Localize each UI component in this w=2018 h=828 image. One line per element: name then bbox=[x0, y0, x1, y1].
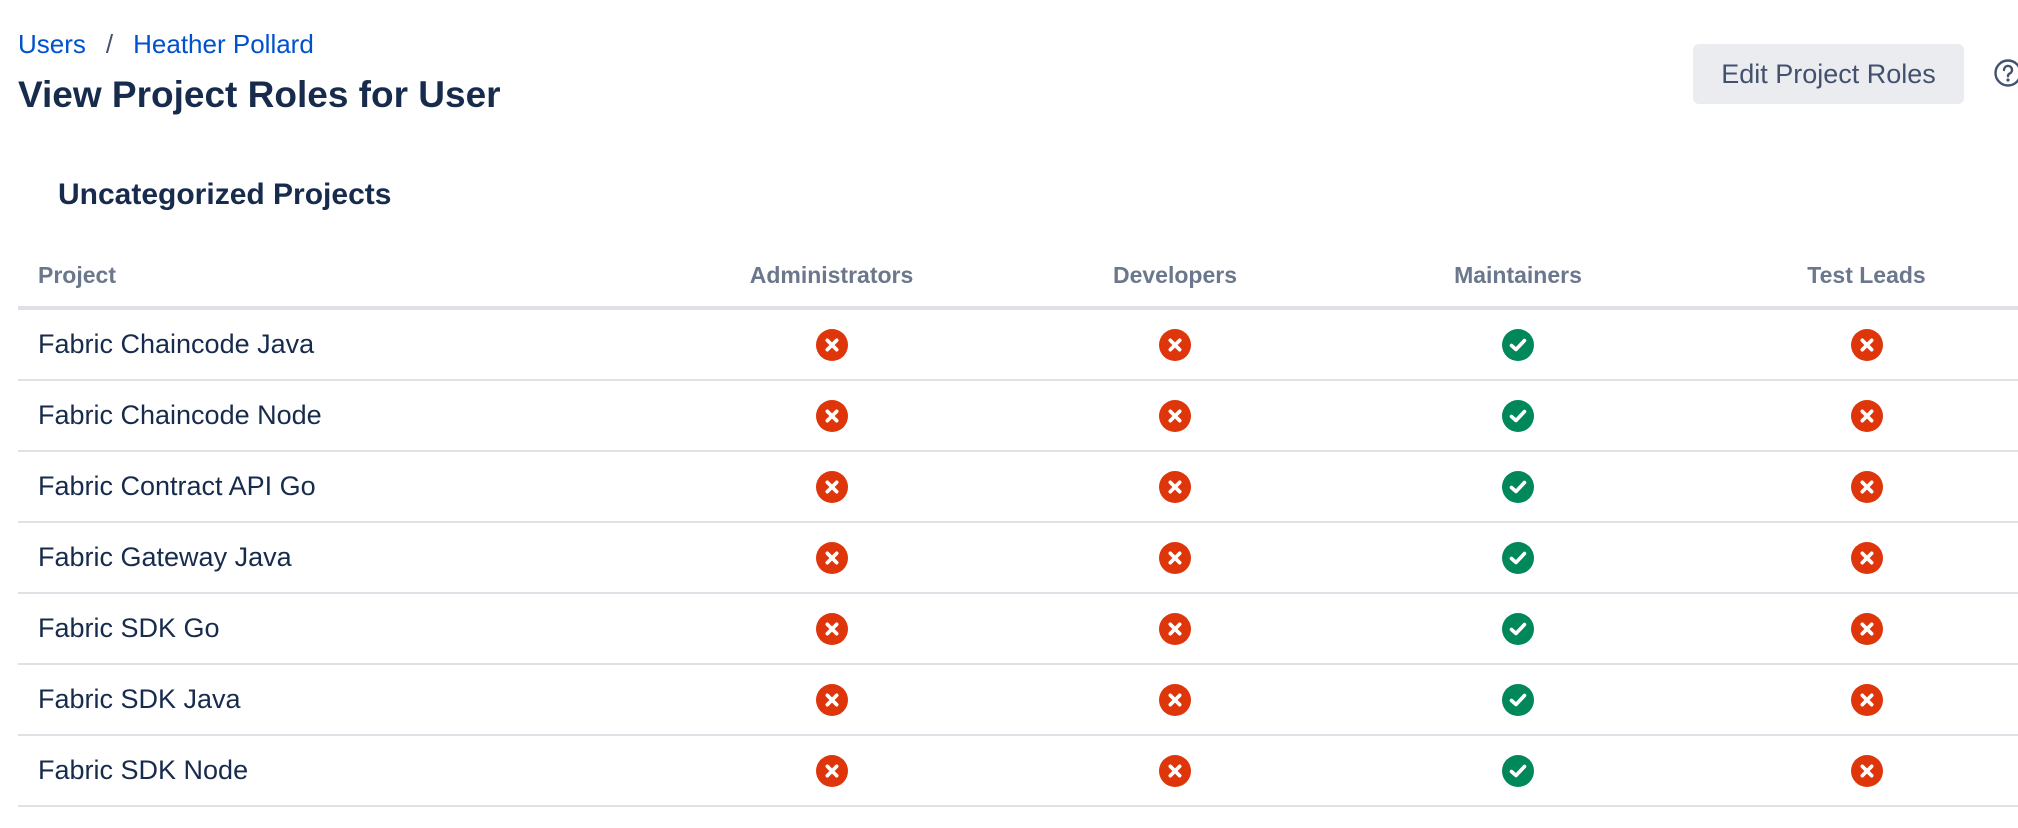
breadcrumb-user-link[interactable]: Heather Pollard bbox=[133, 24, 314, 64]
cross-circle-icon bbox=[1159, 612, 1191, 645]
role-cell-maintainers bbox=[1321, 451, 1715, 523]
role-cell-administrators bbox=[634, 522, 1029, 594]
role-cell-maintainers bbox=[1321, 522, 1715, 594]
question-circle-icon[interactable] bbox=[1993, 58, 2018, 88]
view-project-roles-page: Users / Heather Pollard View Project Rol… bbox=[0, 0, 2018, 828]
cross-circle-icon bbox=[815, 470, 848, 503]
project-name: Fabric SDK Java bbox=[18, 664, 634, 736]
role-cell-test-leads bbox=[1715, 451, 2018, 523]
cross-circle-icon bbox=[1850, 683, 1883, 716]
table-row: Fabric SDK Java bbox=[18, 664, 2018, 736]
project-roles-table: Project Administrators Developers Mainta… bbox=[18, 244, 2018, 807]
project-name: Fabric SDK Go bbox=[18, 593, 634, 665]
role-cell-developers bbox=[1029, 664, 1321, 736]
table-body: Fabric Chaincode Java Fabric Chaincode No… bbox=[18, 308, 2018, 807]
project-name: Fabric Chaincode Node bbox=[18, 380, 634, 452]
role-cell-administrators bbox=[634, 593, 1029, 665]
cross-circle-icon bbox=[1159, 754, 1191, 787]
cross-circle-icon bbox=[1850, 541, 1883, 574]
project-name: Fabric Chaincode Java bbox=[18, 308, 634, 381]
column-header-project: Project bbox=[18, 244, 634, 310]
cross-circle-icon bbox=[815, 328, 848, 361]
role-cell-developers bbox=[1029, 593, 1321, 665]
check-circle-icon bbox=[1502, 470, 1534, 503]
cross-circle-icon bbox=[1850, 399, 1883, 432]
role-cell-test-leads bbox=[1715, 735, 2018, 807]
cross-circle-icon bbox=[1159, 541, 1191, 574]
check-circle-icon bbox=[1502, 541, 1534, 574]
cross-circle-icon bbox=[1850, 470, 1883, 503]
check-circle-icon bbox=[1502, 754, 1534, 787]
breadcrumb-separator: / bbox=[105, 29, 114, 59]
table-row: Fabric Chaincode Node bbox=[18, 380, 2018, 452]
role-cell-maintainers bbox=[1321, 664, 1715, 736]
cross-circle-icon bbox=[815, 683, 848, 716]
role-cell-test-leads bbox=[1715, 664, 2018, 736]
project-name: Fabric Contract API Go bbox=[18, 451, 634, 523]
page-title: View Project Roles for User bbox=[18, 74, 501, 115]
role-cell-administrators bbox=[634, 451, 1029, 523]
table-row: Fabric SDK Node bbox=[18, 735, 2018, 807]
cross-circle-icon bbox=[1850, 612, 1883, 645]
role-cell-developers bbox=[1029, 308, 1321, 381]
table-header-row: Project Administrators Developers Mainta… bbox=[18, 244, 2018, 310]
cross-circle-icon bbox=[1850, 754, 1883, 787]
role-cell-administrators bbox=[634, 380, 1029, 452]
project-name: Fabric SDK Node bbox=[18, 735, 634, 807]
role-cell-administrators bbox=[634, 664, 1029, 736]
cross-circle-icon bbox=[815, 541, 848, 574]
check-circle-icon bbox=[1502, 399, 1534, 432]
role-cell-administrators bbox=[634, 735, 1029, 807]
column-header-maintainers: Maintainers bbox=[1321, 244, 1715, 310]
role-cell-maintainers bbox=[1321, 380, 1715, 452]
role-cell-maintainers bbox=[1321, 308, 1715, 381]
role-cell-developers bbox=[1029, 451, 1321, 523]
role-cell-maintainers bbox=[1321, 735, 1715, 807]
cross-circle-icon bbox=[815, 754, 848, 787]
breadcrumb: Users / Heather Pollard bbox=[18, 24, 314, 64]
edit-project-roles-button[interactable]: Edit Project Roles bbox=[1693, 44, 1964, 104]
cross-circle-icon bbox=[1159, 399, 1191, 432]
cross-circle-icon bbox=[1850, 328, 1883, 361]
cross-circle-icon bbox=[1159, 683, 1191, 716]
table-row: Fabric Chaincode Java bbox=[18, 308, 2018, 381]
cross-circle-icon bbox=[815, 399, 848, 432]
role-cell-maintainers bbox=[1321, 593, 1715, 665]
project-name: Fabric Gateway Java bbox=[18, 522, 634, 594]
cross-circle-icon bbox=[1159, 470, 1191, 503]
check-circle-icon bbox=[1502, 612, 1534, 645]
role-cell-developers bbox=[1029, 522, 1321, 594]
role-cell-test-leads bbox=[1715, 593, 2018, 665]
role-cell-test-leads bbox=[1715, 308, 2018, 381]
check-circle-icon bbox=[1502, 328, 1534, 361]
role-cell-test-leads bbox=[1715, 380, 2018, 452]
role-cell-test-leads bbox=[1715, 522, 2018, 594]
column-header-test-leads: Test Leads bbox=[1715, 244, 2018, 310]
role-cell-developers bbox=[1029, 735, 1321, 807]
cross-circle-icon bbox=[815, 612, 848, 645]
role-cell-administrators bbox=[634, 308, 1029, 381]
column-header-developers: Developers bbox=[1029, 244, 1321, 310]
table-row: Fabric Gateway Java bbox=[18, 522, 2018, 594]
section-title: Uncategorized Projects bbox=[58, 178, 392, 211]
breadcrumb-users-link[interactable]: Users bbox=[18, 24, 86, 64]
table-row: Fabric SDK Go bbox=[18, 593, 2018, 665]
table-row: Fabric Contract API Go bbox=[18, 451, 2018, 523]
check-circle-icon bbox=[1502, 683, 1534, 716]
role-cell-developers bbox=[1029, 380, 1321, 452]
cross-circle-icon bbox=[1159, 328, 1191, 361]
column-header-administrators: Administrators bbox=[634, 244, 1029, 310]
